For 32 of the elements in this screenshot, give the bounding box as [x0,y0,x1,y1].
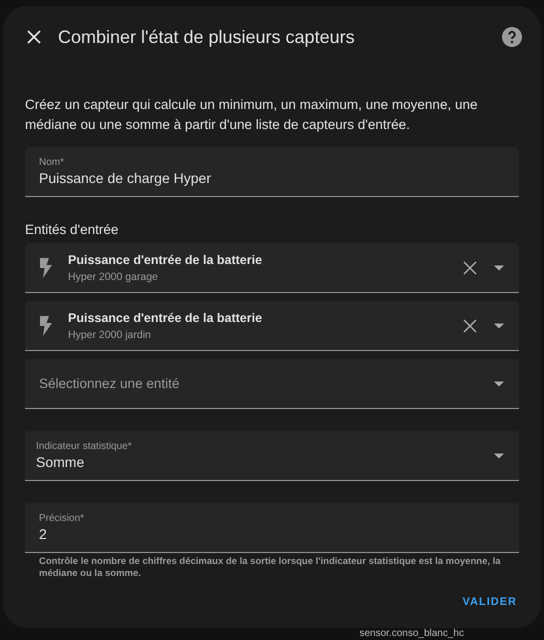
clear-icon[interactable] [463,318,477,332]
field-value: Somme [36,452,86,472]
background-text: sensor.conso_blanc_hc [359,628,464,640]
submit-button[interactable]: VALIDER [460,590,519,614]
select-field[interactable]: Indicateur statistique* Somme [25,431,519,481]
entity-picker[interactable]: Puissance d'entrée de la batterie Hyper 2000 jardin [25,301,519,351]
device-name: Hyper 2000 garage [68,270,159,284]
caret-icon [493,452,505,460]
entity-name: Puissance d'entrée de la batterie [68,252,264,268]
field-value: Puissance de charge Hyper [39,168,212,188]
lightning-icon [39,316,53,336]
field-label: Indicateur statistique* [36,440,133,452]
field-label: Précision* [39,512,86,524]
caret-icon [493,380,505,388]
entity-picker[interactable]: Sélectionnez une entité [25,359,519,409]
field-label: Nom* [39,156,66,168]
caret-icon [493,322,505,330]
description-text: Créez un capteur qui calcule un minimum, un maximum, une moyenne, une médiane ou une somme à partir d'une liste de capteurs d'entrée. [25,96,478,134]
clear-icon[interactable] [463,260,477,274]
text-field[interactable]: Précision* 2 [25,503,519,553]
entity-name: Puissance d'entrée de la batterie [68,310,264,326]
placeholder-text: Sélectionnez une entité [39,376,180,391]
text-field[interactable]: Nom* Puissance de charge Hyper [25,147,519,197]
help-icon[interactable] [502,27,522,47]
section-heading: Entités d'entrée [25,222,120,237]
field-value: 2 [39,524,48,544]
helper-text: Contrôle le nombre de chiffres décimaux de la sortie lorsque l'indicateur statistique est la moyenne, la médiane ou la somme. [38,555,502,580]
lightning-icon [39,258,53,278]
dialog-title: Combiner l'état de plusieurs capteurs [58,26,356,48]
device-name: Hyper 2000 jardin [68,328,152,342]
entity-picker[interactable]: Puissance d'entrée de la batterie Hyper 2000 garage [25,243,519,293]
caret-icon [493,264,505,272]
